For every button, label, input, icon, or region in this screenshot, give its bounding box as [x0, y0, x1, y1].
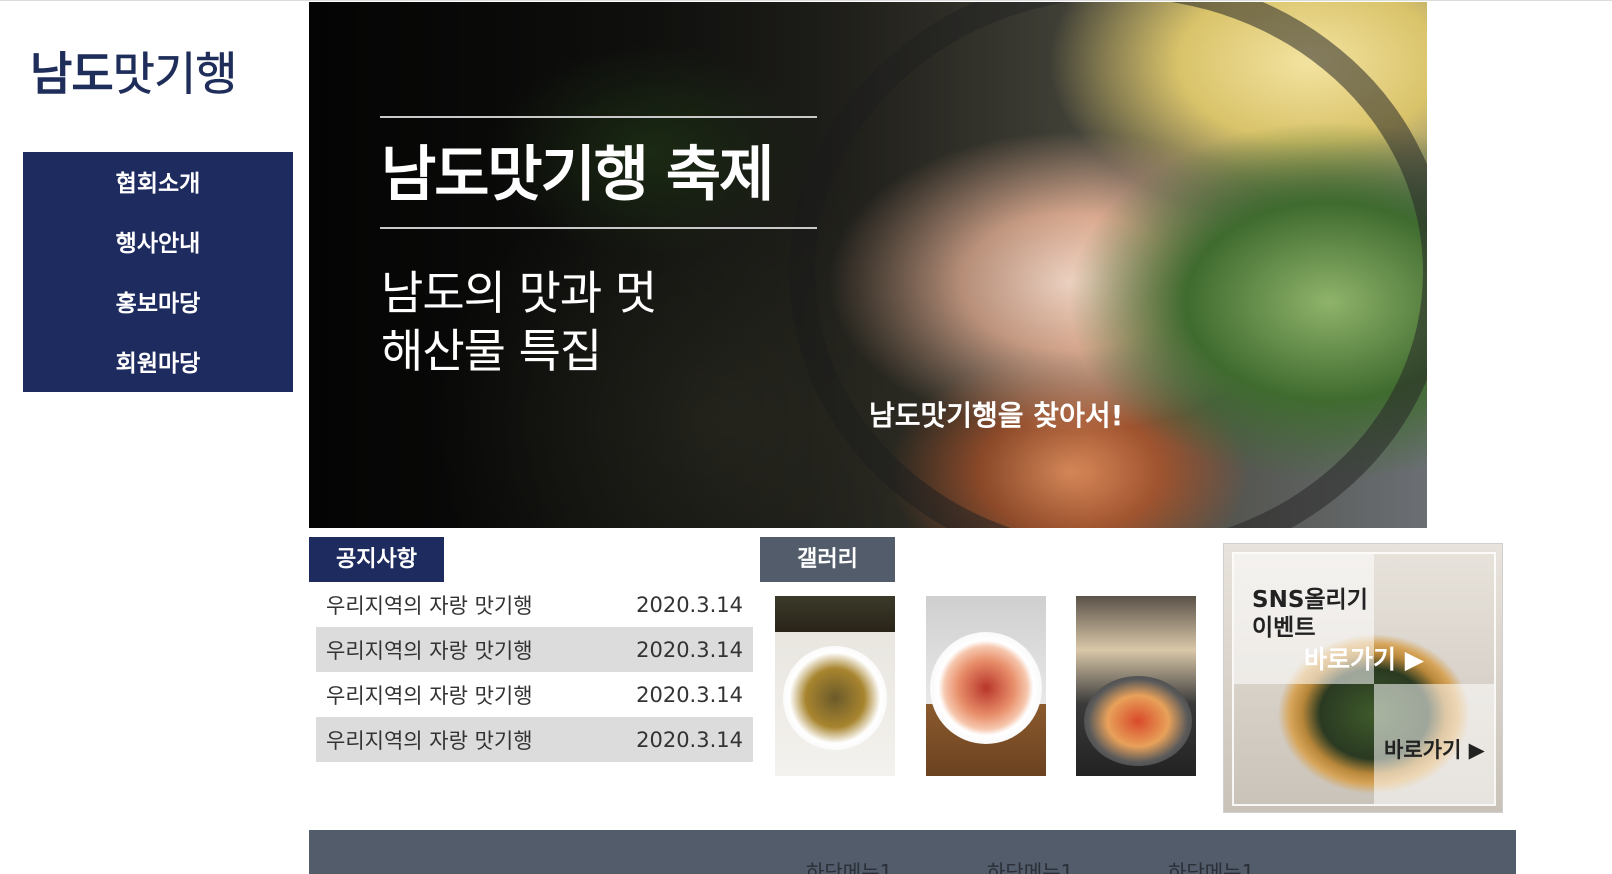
sns-banner-line2: 이벤트: [1252, 615, 1316, 641]
hero-title: 남도맛기행 축제: [381, 140, 774, 210]
sns-event-banner[interactable]: SNS올리기 이벤트 바로가기 ▶ 바로가기 ▶: [1223, 543, 1503, 813]
logo-text-light: 맛기행: [112, 47, 237, 102]
side-navigation: 협회소개 행사안내 홍보마당 회원마당: [23, 152, 293, 392]
notice-date: 2020.3.14: [636, 682, 743, 707]
notice-row[interactable]: 우리지역의 자랑 맛기행 2020.3.14: [316, 627, 753, 672]
logo-text: 남도맛기행: [30, 44, 282, 104]
hero-rule-top: [380, 116, 817, 118]
hero-rule-bottom: [380, 227, 817, 229]
site-logo[interactable]: 남도맛기행: [30, 44, 282, 104]
gallery-thumb-shrimp-plate[interactable]: [926, 596, 1046, 776]
notice-date: 2020.3.14: [636, 637, 743, 662]
footer-link-1[interactable]: 하단메뉴1: [806, 856, 892, 874]
notice-row[interactable]: 우리지역의 자랑 맛기행 2020.3.14: [316, 582, 753, 627]
gallery-thumb-seafood-stew[interactable]: [1076, 596, 1196, 776]
logo-text-bold: 남도: [30, 47, 114, 101]
footer-bar: 하단메뉴1 하단메뉴1 하단메뉴1: [309, 830, 1516, 874]
hero-subtitle-line1: 남도의 맛과 멋: [381, 266, 657, 320]
side-nav-item-members[interactable]: 회원마당: [23, 346, 293, 406]
gallery-thumb-image: [783, 646, 887, 750]
sns-banner-title: SNS올리기 이벤트: [1252, 586, 1368, 642]
notice-title: 우리지역의 자랑 맛기행: [326, 683, 533, 708]
footer-link-3[interactable]: 하단메뉴1: [1168, 856, 1254, 874]
side-nav-item-association[interactable]: 협회소개: [23, 166, 293, 226]
hero-subtitle-line2: 해산물 특집: [381, 324, 602, 378]
hero-cta-text: 남도맛기행을 찾아서!: [869, 399, 1124, 432]
sns-banner-link-primary[interactable]: 바로가기 ▶: [1304, 640, 1424, 676]
notice-row[interactable]: 우리지역의 자랑 맛기행 2020.3.14: [316, 717, 753, 762]
notice-title: 우리지역의 자랑 맛기행: [326, 593, 533, 618]
gallery-thumb-braised-dish[interactable]: [775, 596, 895, 776]
notice-date: 2020.3.14: [636, 592, 743, 617]
tab-notice[interactable]: 공지사항: [309, 537, 444, 582]
notice-list: 우리지역의 자랑 맛기행 2020.3.14 우리지역의 자랑 맛기행 2020…: [316, 582, 753, 762]
sns-banner-line1: SNS올리기: [1252, 587, 1368, 613]
notice-title: 우리지역의 자랑 맛기행: [326, 728, 533, 753]
notice-date: 2020.3.14: [636, 727, 743, 752]
gallery-thumb-image: [1084, 676, 1192, 766]
footer-link-2[interactable]: 하단메뉴1: [987, 856, 1073, 874]
notice-title: 우리지역의 자랑 맛기행: [326, 638, 533, 663]
hero-subtitle: 남도의 맛과 멋 해산물 특집: [381, 264, 657, 380]
sns-banner-link-secondary[interactable]: 바로가기 ▶: [1384, 734, 1485, 764]
tab-gallery[interactable]: 갤러리: [760, 537, 895, 582]
hero-banner: 남도맛기행 축제 남도의 맛과 멋 해산물 특집 남도맛기행을 찾아서!: [309, 2, 1427, 528]
notice-row[interactable]: 우리지역의 자랑 맛기행 2020.3.14: [316, 672, 753, 717]
side-nav-item-promotion[interactable]: 홍보마당: [23, 286, 293, 346]
side-nav-item-events[interactable]: 행사안내: [23, 226, 293, 286]
gallery-thumb-image: [930, 632, 1042, 744]
